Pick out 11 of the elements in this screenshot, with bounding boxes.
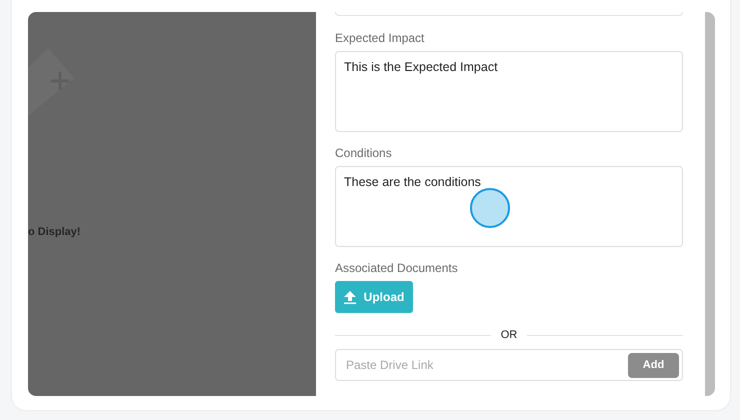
field-label: Expected Impact xyxy=(335,30,426,46)
empty-message: o Display! xyxy=(28,226,81,238)
click-indicator xyxy=(470,188,510,228)
text-area[interactable]: This is the Expected Impact xyxy=(335,51,683,132)
scrollbar[interactable] xyxy=(705,12,715,396)
text-area[interactable]: These are the conditions xyxy=(335,166,683,247)
field-label: Conditions xyxy=(335,145,393,161)
field-label: Associated Documents xyxy=(335,260,459,276)
upload-icon xyxy=(344,290,356,304)
upload-button[interactable]: Upload xyxy=(335,281,413,313)
divider-text: OR xyxy=(500,329,518,341)
